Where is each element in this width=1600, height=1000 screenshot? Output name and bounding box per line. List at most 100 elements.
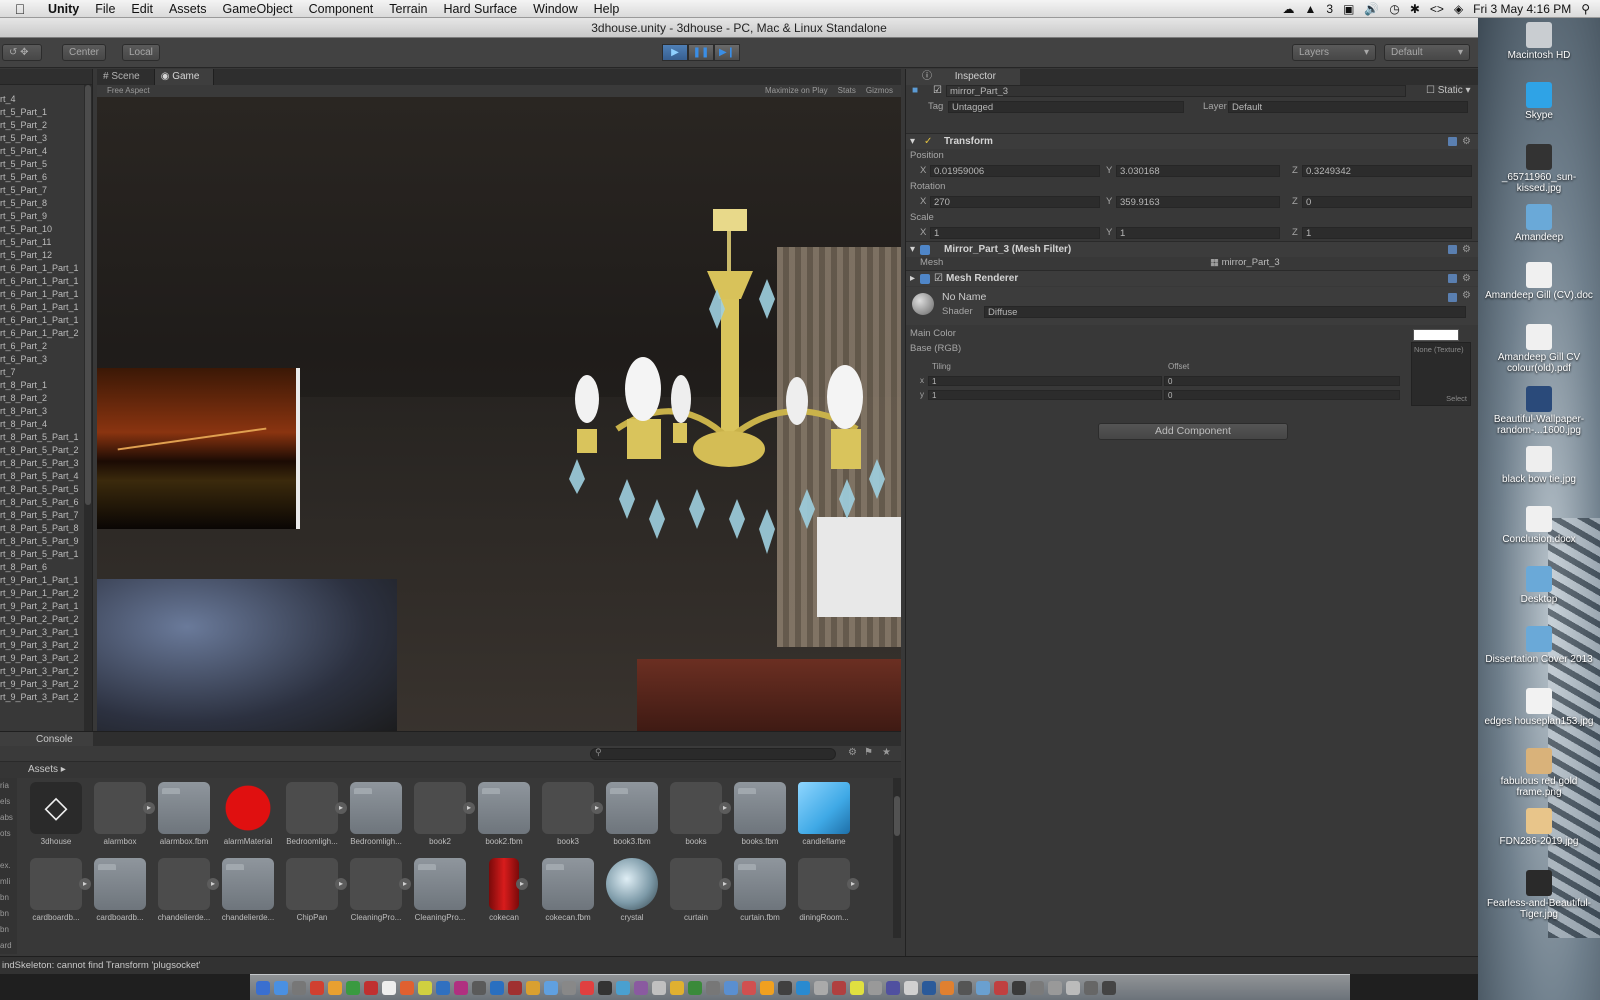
scale-x-field[interactable]: 1 [930,227,1100,239]
hierarchy-item[interactable]: rt_9_Part_3_Part_2 [0,665,92,678]
hierarchy-item[interactable]: rt_8_Part_5_Part_6 [0,496,92,509]
folder-tree-item[interactable] [0,842,17,858]
dock-app-icon[interactable] [598,980,612,995]
asset-item[interactable]: cokecan.fbm [536,858,600,922]
pause-button[interactable]: ❚❚ [688,44,714,61]
asset-item[interactable]: ▸ ChipPan [280,858,347,922]
help-book-icon[interactable] [1448,245,1457,254]
dock-app-icon[interactable] [706,980,720,995]
texture-slot[interactable]: None (Texture) Select [1411,342,1471,406]
dock-app-icon[interactable] [940,980,954,995]
main-color-swatch[interactable] [1413,329,1459,341]
hierarchy-item[interactable]: rt_5_Part_11 [0,236,92,249]
layout-dropdown[interactable]: Default ▾ [1384,44,1470,61]
time-machine-icon[interactable]: ◷ [1389,2,1399,16]
hierarchy-item[interactable]: rt_5_Part_9 [0,210,92,223]
asset-item[interactable]: ▸ book3 [536,782,603,846]
rotation-x-field[interactable]: 270 [930,196,1100,208]
dock-app-icon[interactable] [868,980,882,995]
asset-item[interactable]: ▸ chandelierde... [152,858,219,922]
bluetooth-icon[interactable]: ✱ [1410,2,1420,16]
asset-item[interactable]: ▸ Bedroomligh... [280,782,347,846]
dock-app-icon[interactable] [796,980,810,995]
hierarchy-item[interactable]: rt_5_Part_12 [0,249,92,262]
dock-app-icon[interactable] [346,980,360,995]
desktop-icon[interactable]: Conclusion.docx [1480,506,1598,545]
dock-app-icon[interactable] [1048,980,1062,995]
display-icon[interactable]: ▣ [1343,2,1354,16]
dock-app-icon[interactable] [976,980,990,995]
hierarchy-item[interactable]: rt_6_Part_1_Part_2 [0,327,92,340]
gear-icon[interactable]: ⚙ [1462,242,1471,258]
dock-app-icon[interactable] [454,980,468,995]
wifi-icon[interactable]: ◈ [1454,2,1463,16]
foldout-arrow-icon[interactable]: ▸ [910,271,915,287]
pivot-local-button[interactable]: Local [122,44,160,61]
asset-item[interactable]: curtain.fbm [728,858,792,922]
hierarchy-item[interactable]: rt_5_Part_3 [0,132,92,145]
hierarchy-item[interactable]: rt_9_Part_2_Part_1 [0,600,92,613]
hierarchy-item[interactable]: rt_8_Part_5_Part_8 [0,522,92,535]
play-button[interactable]: ▶ [662,44,688,61]
dock-app-icon[interactable] [1084,980,1098,995]
asset-item[interactable]: ▸ CleaningPro... [344,858,411,922]
rotation-z-field[interactable]: 0 [1302,196,1472,208]
dock-app-icon[interactable] [418,980,432,995]
menu-gameobject[interactable]: GameObject [214,2,300,16]
tab-scene[interactable]: # Scene [97,69,155,85]
tag-dropdown[interactable]: Untagged [948,101,1184,113]
help-book-icon[interactable] [1448,274,1457,283]
hierarchy-item[interactable]: rt_8_Part_1 [0,379,92,392]
step-button[interactable]: ▶❙ [714,44,740,61]
desktop-icon[interactable]: edges houseplan153.jpg [1480,688,1598,727]
menu-terrain[interactable]: Terrain [381,2,435,16]
transform-header[interactable]: ▾ ✓ Transform ⚙ [906,133,1479,149]
hierarchy-item[interactable]: rt_8_Part_5_Part_9 [0,535,92,548]
help-book-icon[interactable] [1448,137,1457,146]
game-viewport[interactable] [97,97,901,731]
folder-tree-item[interactable]: ard [0,938,17,954]
desktop-icon[interactable]: black bow tie.jpg [1480,446,1598,485]
dock-app-icon[interactable] [328,980,342,995]
folder-tree-item[interactable]: bn [0,922,17,938]
asset-item[interactable]: chandelierde... [216,858,280,922]
folder-tree-item[interactable]: ex. [0,858,17,874]
hierarchy-item[interactable]: rt_8_Part_5_Part_5 [0,483,92,496]
dock-app-icon[interactable] [472,980,486,995]
desktop-icon[interactable]: Desktop [1480,566,1598,605]
hierarchy-item[interactable]: rt_6_Part_1_Part_1 [0,288,92,301]
desktop-icon[interactable]: Beautiful-Wallpaper-random-...1600.jpg [1480,386,1598,436]
mesh-field[interactable]: ▦ mirror_Part_3 [1210,256,1280,270]
desktop-icon[interactable]: Dissertation Cover 2013 [1480,626,1598,665]
label-icon[interactable]: ⚑ [864,747,873,758]
tab-game[interactable]: ◉ Game [154,69,215,85]
spotlight-icon[interactable]: ⚲ [1581,2,1590,16]
folder-tree-item[interactable]: bn [0,890,17,906]
tiling-x-field[interactable]: 1 [928,376,1162,386]
dock-app-icon[interactable] [904,980,918,995]
hierarchy-item[interactable]: rt_6_Part_1_Part_1 [0,314,92,327]
stats-toggle[interactable]: Stats [838,85,856,97]
aspect-dropdown[interactable]: Free Aspect [107,85,150,97]
dock-app-icon[interactable] [778,980,792,995]
dock-app-icon[interactable] [688,980,702,995]
dock-app-icon[interactable] [508,980,522,995]
gear-icon[interactable]: ⚙ [1462,271,1471,287]
adobe-icon[interactable]: ▲ [1305,2,1317,16]
hierarchy-item[interactable]: rt_6_Part_3 [0,353,92,366]
dock-app-icon[interactable] [886,980,900,995]
tiling-y-field[interactable]: 1 [928,390,1162,400]
dock-app-icon[interactable] [634,980,648,995]
asset-item[interactable]: ◇ 3dhouse [24,782,88,846]
desktop-icon[interactable]: Amandeep Gill CV colour(old).pdf [1480,324,1598,374]
volume-icon[interactable]: 🔊 [1364,2,1379,16]
project-scrollbar[interactable] [893,778,901,938]
dock-app-icon[interactable] [310,980,324,995]
hierarchy-item[interactable]: rt_8_Part_5_Part_2 [0,444,92,457]
asset-item[interactable]: Bedroomligh... [344,782,408,846]
object-name-field[interactable]: mirror_Part_3 [946,85,1406,97]
inspector-tab[interactable]: ⓘ Inspector [906,69,1478,85]
asset-item[interactable]: ▸ curtain [664,858,731,922]
menu-edit[interactable]: Edit [123,2,161,16]
hierarchy-item[interactable]: rt_8_Part_6 [0,561,92,574]
